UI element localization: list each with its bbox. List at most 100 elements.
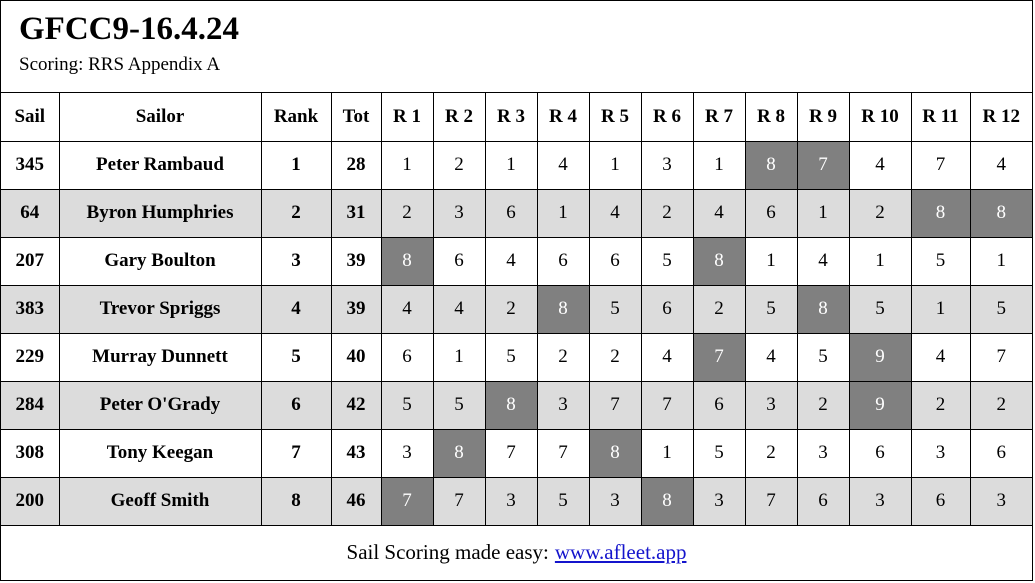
cell-race-12: 5	[970, 285, 1032, 334]
cell-race-9: 6	[797, 477, 850, 526]
cell-race-11: 7	[911, 141, 971, 190]
page-title: GFCC9-16.4.24	[19, 11, 239, 47]
cell-race-3-discarded: 8	[485, 381, 538, 430]
cell-race-5: 1	[589, 141, 642, 190]
cell-race-8: 4	[745, 333, 798, 382]
cell-race-2: 3	[433, 189, 486, 238]
cell-race-9: 1	[797, 189, 850, 238]
cell-race-9: 4	[797, 237, 850, 286]
cell-race-8: 7	[745, 477, 798, 526]
cell-total: 46	[331, 477, 382, 526]
cell-race-6: 4	[641, 333, 694, 382]
cell-race-1: 6	[381, 333, 434, 382]
cell-race-11: 1	[911, 285, 971, 334]
cell-race-6-discarded: 8	[641, 477, 694, 526]
cell-race-6: 5	[641, 237, 694, 286]
table-body: 345 Peter Rambaud 1 28 1 2 1 4 1 3 1 8 7 4 7 4 64 Byron H…	[1, 141, 1032, 526]
cell-race-4: 1	[537, 189, 590, 238]
table-row: 308 Tony Keegan 7 43 3 8 7 7 8 1 5 2 3 6 3 6	[1, 429, 1032, 478]
cell-race-5: 3	[589, 477, 642, 526]
column-header-r6: R 6	[641, 93, 694, 142]
cell-race-1: 1	[381, 141, 434, 190]
cell-race-4-discarded: 8	[537, 285, 590, 334]
cell-race-1: 5	[381, 381, 434, 430]
cell-rank: 4	[261, 285, 332, 334]
cell-race-11: 4	[911, 333, 971, 382]
cell-race-7: 1	[693, 141, 746, 190]
cell-race-2: 4	[433, 285, 486, 334]
cell-race-1: 3	[381, 429, 434, 478]
cell-race-6: 6	[641, 285, 694, 334]
cell-race-7: 5	[693, 429, 746, 478]
cell-race-9: 3	[797, 429, 850, 478]
cell-total: 39	[331, 237, 382, 286]
cell-race-5: 6	[589, 237, 642, 286]
column-header-r7: R 7	[693, 93, 746, 142]
table-row: 229 Murray Dunnett 5 40 6 1 5 2 2 4 7 4 5 9 4 7	[1, 333, 1032, 382]
cell-race-7: 3	[693, 477, 746, 526]
table-row: 383 Trevor Spriggs 4 39 4 4 2 8 5 6 2 5 8 5 1 5	[1, 285, 1032, 334]
cell-race-9-discarded: 7	[797, 141, 850, 190]
cell-race-12-discarded: 8	[970, 189, 1032, 238]
cell-race-5: 5	[589, 285, 642, 334]
cell-total: 43	[331, 429, 382, 478]
cell-race-2: 7	[433, 477, 486, 526]
cell-race-5: 4	[589, 189, 642, 238]
cell-race-6: 2	[641, 189, 694, 238]
column-header-sailor: Sailor	[59, 93, 262, 142]
cell-race-7: 4	[693, 189, 746, 238]
table-row: 284 Peter O'Grady 6 42 5 5 8 3 7 7 6 3 2 9 2 2	[1, 381, 1032, 430]
cell-race-7-discarded: 8	[693, 237, 746, 286]
cell-rank: 2	[261, 189, 332, 238]
cell-sailor-name: Gary Boulton	[59, 237, 262, 286]
footer: Sail Scoring made easy: www.afleet.app	[1, 526, 1032, 581]
cell-race-8: 5	[745, 285, 798, 334]
cell-race-12: 7	[970, 333, 1032, 382]
table-row: 207 Gary Boulton 3 39 8 6 4 6 6 5 8 1 4 1 5 1	[1, 237, 1032, 286]
cell-sailor-name: Peter Rambaud	[59, 141, 262, 190]
cell-race-9-discarded: 8	[797, 285, 850, 334]
cell-sail-number: 207	[1, 237, 60, 286]
table-row: 200 Geoff Smith 8 46 7 7 3 5 3 8 3 7 6 3 6 3	[1, 477, 1032, 526]
cell-race-3: 4	[485, 237, 538, 286]
cell-race-1-discarded: 7	[381, 477, 434, 526]
table-header-row-group: Sail Sailor Rank Tot R 1 R 2 R 3 R 4 R 5…	[1, 93, 1032, 142]
cell-race-12: 1	[970, 237, 1032, 286]
cell-race-12: 4	[970, 141, 1032, 190]
cell-sail-number: 308	[1, 429, 60, 478]
cell-total: 28	[331, 141, 382, 190]
cell-sail-number: 284	[1, 381, 60, 430]
cell-race-8: 1	[745, 237, 798, 286]
column-header-sail: Sail	[1, 93, 60, 142]
cell-race-11: 5	[911, 237, 971, 286]
cell-total: 40	[331, 333, 382, 382]
cell-race-2: 1	[433, 333, 486, 382]
afleet-link[interactable]: www.afleet.app	[555, 540, 687, 565]
cell-race-2-discarded: 8	[433, 429, 486, 478]
column-header-r8: R 8	[745, 93, 798, 142]
column-header-tot: Tot	[331, 93, 382, 142]
column-header-r12: R 12	[970, 93, 1032, 142]
cell-race-7-discarded: 7	[693, 333, 746, 382]
cell-race-5: 2	[589, 333, 642, 382]
cell-total: 39	[331, 285, 382, 334]
cell-race-1: 2	[381, 189, 434, 238]
cell-race-4: 2	[537, 333, 590, 382]
cell-rank: 7	[261, 429, 332, 478]
cell-race-10-discarded: 9	[849, 333, 912, 382]
cell-sail-number: 345	[1, 141, 60, 190]
cell-race-8: 6	[745, 189, 798, 238]
cell-race-11-discarded: 8	[911, 189, 971, 238]
report-header: GFCC9-16.4.24 Scoring: RRS Appendix A	[1, 1, 1032, 93]
cell-race-2: 5	[433, 381, 486, 430]
cell-race-12: 2	[970, 381, 1032, 430]
cell-race-8: 3	[745, 381, 798, 430]
cell-race-3: 6	[485, 189, 538, 238]
cell-race-8-discarded: 8	[745, 141, 798, 190]
cell-race-4: 7	[537, 429, 590, 478]
cell-sailor-name: Peter O'Grady	[59, 381, 262, 430]
cell-sailor-name: Byron Humphries	[59, 189, 262, 238]
cell-race-2: 2	[433, 141, 486, 190]
cell-race-10: 3	[849, 477, 912, 526]
cell-race-5-discarded: 8	[589, 429, 642, 478]
